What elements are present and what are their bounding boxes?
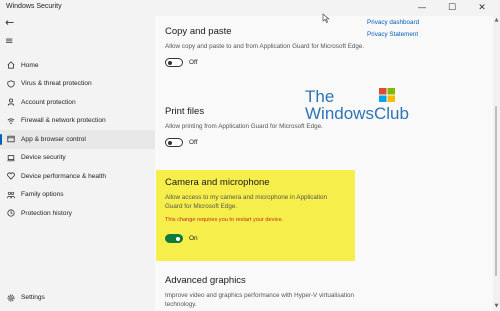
sidebar-nav: Home Virus & threat protection Account p…	[0, 56, 155, 223]
back-arrow-icon[interactable]: ←	[5, 16, 14, 29]
family-icon	[6, 190, 15, 199]
section-description: Improve video and graphics performance w…	[165, 292, 354, 309]
maximize-button[interactable]: ☐	[437, 1, 467, 15]
window-title: Windows Security	[6, 3, 62, 10]
sidebar-item-label: Device performance & health	[21, 172, 107, 180]
toggle-knob	[168, 60, 172, 65]
privacy-statement-link[interactable]: Privacy Statement	[367, 31, 419, 38]
toggle-row: On	[165, 234, 345, 244]
section-title: Camera and microphone	[165, 177, 270, 188]
sidebar-item-label: App & browser control	[21, 135, 86, 143]
sidebar-item-label: Family options	[21, 191, 64, 199]
print-files-toggle[interactable]	[165, 138, 183, 148]
scrollbar-thumb[interactable]	[495, 106, 497, 276]
mouse-cursor-icon	[322, 13, 330, 23]
hamburger-menu-icon[interactable]: ≡	[5, 36, 13, 47]
section-description: Allow printing from Application Guard fo…	[165, 123, 323, 130]
sidebar-item-account[interactable]: Account protection	[0, 93, 155, 112]
history-icon	[6, 209, 15, 218]
toggle-row: Off	[165, 138, 365, 148]
sidebar-item-virus-threat[interactable]: Virus & threat protection	[0, 75, 155, 94]
section-title: Advanced graphics	[165, 275, 246, 286]
sidebar-item-firewall[interactable]: Firewall & network protection	[0, 112, 155, 131]
laptop-icon	[6, 153, 15, 162]
sidebar-item-family[interactable]: Family options	[0, 186, 155, 205]
minimize-button[interactable]: —	[407, 1, 437, 15]
heart-icon	[6, 172, 15, 181]
section-title: Copy and paste	[165, 26, 232, 37]
restart-warning: This change requires you to restart your…	[165, 217, 284, 224]
sidebar-item-device-performance[interactable]: Device performance & health	[0, 167, 155, 186]
gear-icon	[6, 293, 15, 302]
shield-icon	[6, 79, 15, 88]
sidebar-item-label: Home	[21, 61, 39, 69]
toggle-state: On	[189, 235, 198, 243]
toggle-state: Off	[189, 59, 198, 67]
section-description: Allow copy and paste to and from Applica…	[165, 43, 365, 50]
sidebar-item-label: Firewall & network protection	[21, 117, 106, 125]
toggle-row: Off	[165, 58, 365, 68]
toggle-knob	[168, 140, 172, 145]
sidebar-item-label: Protection history	[21, 209, 72, 217]
person-icon	[6, 98, 15, 107]
sidebar-item-settings[interactable]: Settings	[6, 293, 45, 302]
section-copy-paste: Copy and paste Allow copy and paste to a…	[165, 26, 365, 68]
home-icon	[6, 61, 15, 70]
settings-label: Settings	[21, 294, 45, 301]
scrollbar[interactable]: ▲ ▼	[493, 16, 500, 311]
sidebar-item-app-browser[interactable]: App & browser control	[0, 130, 155, 149]
sidebar-item-home[interactable]: Home	[0, 56, 155, 75]
sidebar-item-label: Device security	[21, 154, 66, 162]
wifi-icon	[6, 116, 15, 125]
title-bar: Windows Security — ☐ ✕	[0, 0, 500, 16]
sidebar: ← ≡ Home Virus & threat protection Accou…	[0, 16, 155, 311]
section-advanced-graphics: Advanced graphics Improve video and grap…	[165, 275, 365, 309]
toggle-knob	[176, 236, 180, 241]
sidebar-item-label: Virus & threat protection	[21, 80, 92, 88]
privacy-dashboard-link[interactable]: Privacy dashboard	[367, 19, 419, 26]
sidebar-item-label: Account protection	[21, 98, 76, 106]
copy-paste-toggle[interactable]	[165, 58, 183, 68]
privacy-links: Privacy dashboard Privacy Statement	[367, 19, 419, 43]
close-button[interactable]: ✕	[467, 1, 497, 15]
toggle-state: Off	[189, 139, 198, 147]
section-description: Allow access to my camera and microphone…	[165, 194, 328, 211]
scroll-up-icon[interactable]: ▲	[494, 17, 499, 23]
watermark-line2: WindowsClub	[305, 104, 409, 123]
sidebar-item-device-security[interactable]: Device security	[0, 149, 155, 168]
scroll-down-icon[interactable]: ▼	[494, 303, 499, 309]
windowsclub-logo-icon	[379, 88, 395, 102]
watermark: The WindowsClub	[305, 88, 409, 122]
camera-microphone-toggle[interactable]	[165, 234, 183, 244]
app-window-icon	[6, 135, 15, 144]
section-camera-microphone: Camera and microphone Allow access to my…	[165, 177, 345, 244]
sidebar-item-protection-history[interactable]: Protection history	[0, 204, 155, 223]
